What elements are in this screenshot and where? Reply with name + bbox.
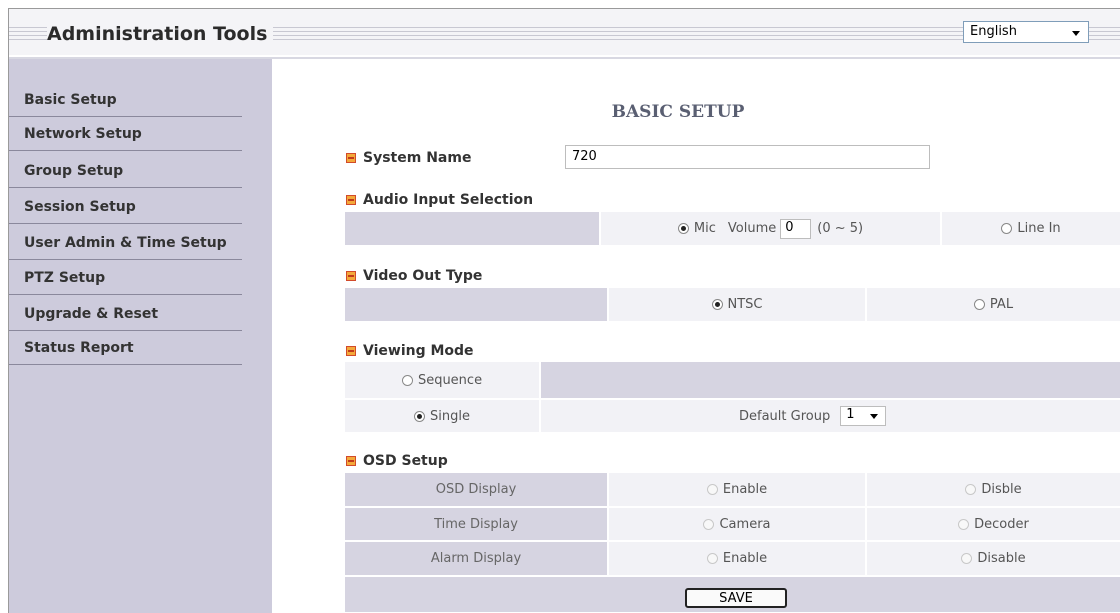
audio-heading: Audio Input Selection	[346, 192, 533, 208]
video-pal-cell: PAL	[866, 287, 1120, 322]
section-bullet-icon	[346, 153, 356, 163]
ntsc-radio[interactable]	[711, 299, 723, 310]
osd-label: OSD Setup	[363, 453, 448, 469]
time-display-decoder-cell: Decoder	[866, 507, 1120, 541]
pal-label: PAL	[989, 297, 1014, 312]
system-name-label: System Name	[363, 150, 472, 166]
video-out-heading: Video Out Type	[346, 268, 482, 284]
sequence-radio[interactable]	[401, 374, 413, 386]
section-bullet-icon	[346, 271, 356, 281]
admin-window: Administration Tools English Basic Setup…	[8, 8, 1120, 613]
single-cell: Single	[344, 399, 540, 433]
section-bullet-icon	[346, 195, 356, 205]
volume-input[interactable]: 0	[780, 218, 812, 239]
video-ntsc-cell: NTSC	[608, 287, 866, 322]
system-name-heading: System Name	[346, 150, 471, 166]
language-value: English	[970, 24, 1017, 39]
language-select[interactable]: English	[963, 21, 1089, 43]
osd-display-disable-radio[interactable]	[965, 484, 977, 495]
line-in-label: Line In	[1017, 221, 1061, 236]
sequence-spacer-cell	[540, 361, 1120, 399]
volume-range-label: (0 ~ 5)	[817, 221, 864, 236]
default-group-select[interactable]: 1	[840, 406, 887, 426]
section-bullet-icon	[346, 456, 356, 466]
sidebar-item-user-admin[interactable]: User Admin & Time Setup	[9, 226, 242, 260]
osd-display-enable-radio[interactable]	[706, 484, 718, 495]
time-display-camera-label: Camera	[719, 516, 771, 532]
osd-heading: OSD Setup	[346, 453, 448, 469]
osd-display-enable-label: Enable	[722, 482, 768, 497]
header-bar: Administration Tools English	[9, 9, 1120, 55]
audio-label: Audio Input Selection	[363, 192, 534, 208]
section-bullet-icon	[346, 346, 356, 356]
alarm-display-disable-label: Disable	[977, 551, 1026, 566]
audio-spacer-cell	[344, 211, 600, 246]
time-display-decoder-label: Decoder	[974, 516, 1029, 532]
single-label: Single	[430, 408, 470, 424]
time-display-name: Time Display	[344, 507, 608, 541]
line-in-radio[interactable]	[1001, 223, 1013, 234]
sidebar-item-status-report[interactable]: Status Report	[9, 331, 242, 365]
sequence-label: Sequence	[417, 372, 483, 388]
sidebar-item-upgrade-reset[interactable]: Upgrade & Reset	[9, 297, 242, 331]
viewing-mode-heading: Viewing Mode	[346, 343, 474, 359]
system-name-input[interactable]: 720	[565, 145, 930, 169]
alarm-display-enable-label: Enable	[722, 551, 768, 566]
single-radio[interactable]	[414, 410, 426, 422]
osd-display-enable-cell: Enable	[608, 472, 866, 507]
page-title: BASIC SETUP	[611, 102, 745, 122]
alarm-display-enable-cell: Enable	[608, 541, 866, 576]
chevron-down-icon	[1072, 31, 1080, 36]
sequence-cell: Sequence	[344, 361, 540, 399]
default-group-value: 1	[846, 407, 855, 422]
mic-radio[interactable]	[677, 223, 689, 234]
video-spacer-cell	[344, 287, 608, 322]
volume-label: Volume	[727, 221, 777, 236]
mic-label: Mic	[693, 221, 716, 236]
ntsc-label: NTSC	[727, 297, 763, 312]
time-display-decoder-radio[interactable]	[958, 518, 970, 530]
video-out-label: Video Out Type	[363, 268, 483, 284]
default-group-cell: Default Group 1	[540, 399, 1120, 433]
sidebar-item-group-setup[interactable]: Group Setup	[9, 154, 242, 188]
alarm-display-disable-cell: Disable	[866, 541, 1120, 576]
default-group-wrap: Default Group 1	[739, 406, 887, 426]
osd-display-disable-cell: Disble	[866, 472, 1120, 507]
audio-mic-cell: Mic Volume 0 (0 ~ 5)	[600, 211, 941, 246]
app-title: Administration Tools	[47, 23, 274, 45]
viewing-mode-label: Viewing Mode	[363, 343, 474, 359]
default-group-label: Default Group	[739, 408, 831, 424]
osd-display-disable-label: Disble	[981, 482, 1022, 497]
alarm-display-name: Alarm Display	[344, 541, 608, 576]
alarm-display-disable-radio[interactable]	[961, 553, 973, 564]
chevron-down-icon	[870, 414, 879, 419]
sidebar-item-session-setup[interactable]: Session Setup	[9, 190, 242, 224]
pal-radio[interactable]	[973, 299, 985, 310]
time-display-camera-cell: Camera	[608, 507, 866, 541]
save-button[interactable]: SAVE	[685, 588, 787, 608]
audio-linein-cell: Line In	[941, 211, 1120, 246]
sidebar: Basic Setup Network Setup Group Setup Se…	[9, 59, 272, 613]
alarm-display-enable-radio[interactable]	[706, 553, 718, 564]
sidebar-item-ptz-setup[interactable]: PTZ Setup	[9, 261, 242, 295]
time-display-camera-radio[interactable]	[703, 518, 715, 530]
sidebar-item-network-setup[interactable]: Network Setup	[9, 117, 242, 151]
osd-display-name: OSD Display	[344, 472, 608, 507]
